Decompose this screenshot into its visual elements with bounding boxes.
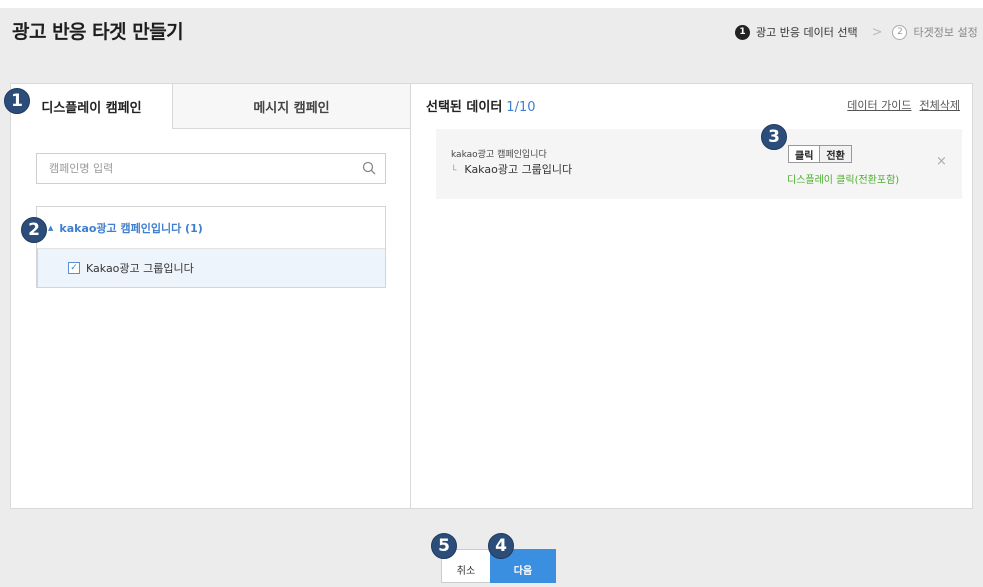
caret-up-icon[interactable]: ▲ xyxy=(48,224,53,232)
selected-data-links: 데이터 가이드 전체삭제 xyxy=(847,97,960,113)
tree-group-row[interactable]: ✓ Kakao광고 그룹입니다 xyxy=(37,249,385,287)
step-2-label: 타겟정보 설정 xyxy=(913,26,978,39)
page: 광고 반응 타겟 만들기 1 광고 반응 데이터 선택 > 2 타겟정보 설정 … xyxy=(0,0,983,587)
step-1-number: 1 xyxy=(735,24,750,40)
conversion-toggle-button[interactable]: 전환 xyxy=(820,146,851,162)
step-1-label: 광고 반응 데이터 선택 xyxy=(756,26,858,39)
selected-campaign-name: kakao광고 캠페인입니다 xyxy=(451,150,547,160)
top-strip xyxy=(0,0,983,8)
search-icon[interactable] xyxy=(362,161,376,175)
step-indicator: 1 광고 반응 데이터 선택 > 2 타겟정보 설정 xyxy=(735,22,978,42)
tree-campaign-row[interactable]: ▲ kakao광고 캠페인입니다 (1) xyxy=(37,207,385,249)
selected-data-count: 1/10 xyxy=(506,100,536,115)
selected-group-name: Kakao광고 그룹입니다 xyxy=(464,163,573,176)
selected-data-pane: 선택된 데이터 1/10 데이터 가이드 전체삭제 kakao광고 캠페인입니다 … xyxy=(412,84,972,508)
click-toggle-button[interactable]: 클릭 xyxy=(789,146,821,162)
annotation-marker-4: 4 xyxy=(488,533,514,559)
reaction-type-toggle: 클릭 전환 xyxy=(788,145,852,163)
selected-data-heading: 선택된 데이터 xyxy=(426,100,503,115)
branch-icon: └ xyxy=(451,166,457,176)
data-guide-link[interactable]: 데이터 가이드 xyxy=(847,97,911,113)
reaction-description: 디스플레이 클릭(전환포함) xyxy=(787,175,900,186)
selected-data-title: 선택된 데이터 1/10 xyxy=(426,96,536,115)
tab-display-campaign[interactable]: 디스플레이 캠페인 xyxy=(11,84,173,129)
selected-group-row: └ Kakao광고 그룹입니다 xyxy=(451,161,572,177)
clear-all-link[interactable]: 전체삭제 xyxy=(920,97,960,113)
group-checkbox[interactable]: ✓ xyxy=(68,262,80,274)
annotation-marker-2: 2 xyxy=(21,217,47,243)
main-panel: 디스플레이 캠페인 메시지 캠페인 ▲ kakao광고 캠페인입니다 (1) ✓… xyxy=(10,83,973,509)
campaign-tree: ▲ kakao광고 캠페인입니다 (1) ✓ Kakao광고 그룹입니다 xyxy=(36,206,386,288)
annotation-marker-3: 3 xyxy=(761,124,787,150)
tab-message-campaign[interactable]: 메시지 캠페인 xyxy=(173,84,410,129)
page-title: 광고 반응 타겟 만들기 xyxy=(12,21,184,43)
annotation-marker-1: 1 xyxy=(4,88,30,114)
tree-campaign-label: kakao광고 캠페인입니다 (1) xyxy=(59,221,203,235)
campaign-search xyxy=(36,153,386,184)
close-icon[interactable]: × xyxy=(936,154,947,169)
selected-data-item: kakao광고 캠페인입니다 └ Kakao광고 그룹입니다 클릭 전환 디스플레… xyxy=(436,129,962,199)
step-2-number: 2 xyxy=(892,24,908,40)
campaign-search-input[interactable] xyxy=(37,154,347,183)
chevron-right-icon: > xyxy=(871,24,883,40)
annotation-marker-5: 5 xyxy=(431,533,457,559)
campaign-tabs: 디스플레이 캠페인 메시지 캠페인 xyxy=(11,84,410,129)
campaign-pane: 디스플레이 캠페인 메시지 캠페인 ▲ kakao광고 캠페인입니다 (1) ✓… xyxy=(11,84,411,508)
tree-group-label: Kakao광고 그룹입니다 xyxy=(86,262,194,275)
